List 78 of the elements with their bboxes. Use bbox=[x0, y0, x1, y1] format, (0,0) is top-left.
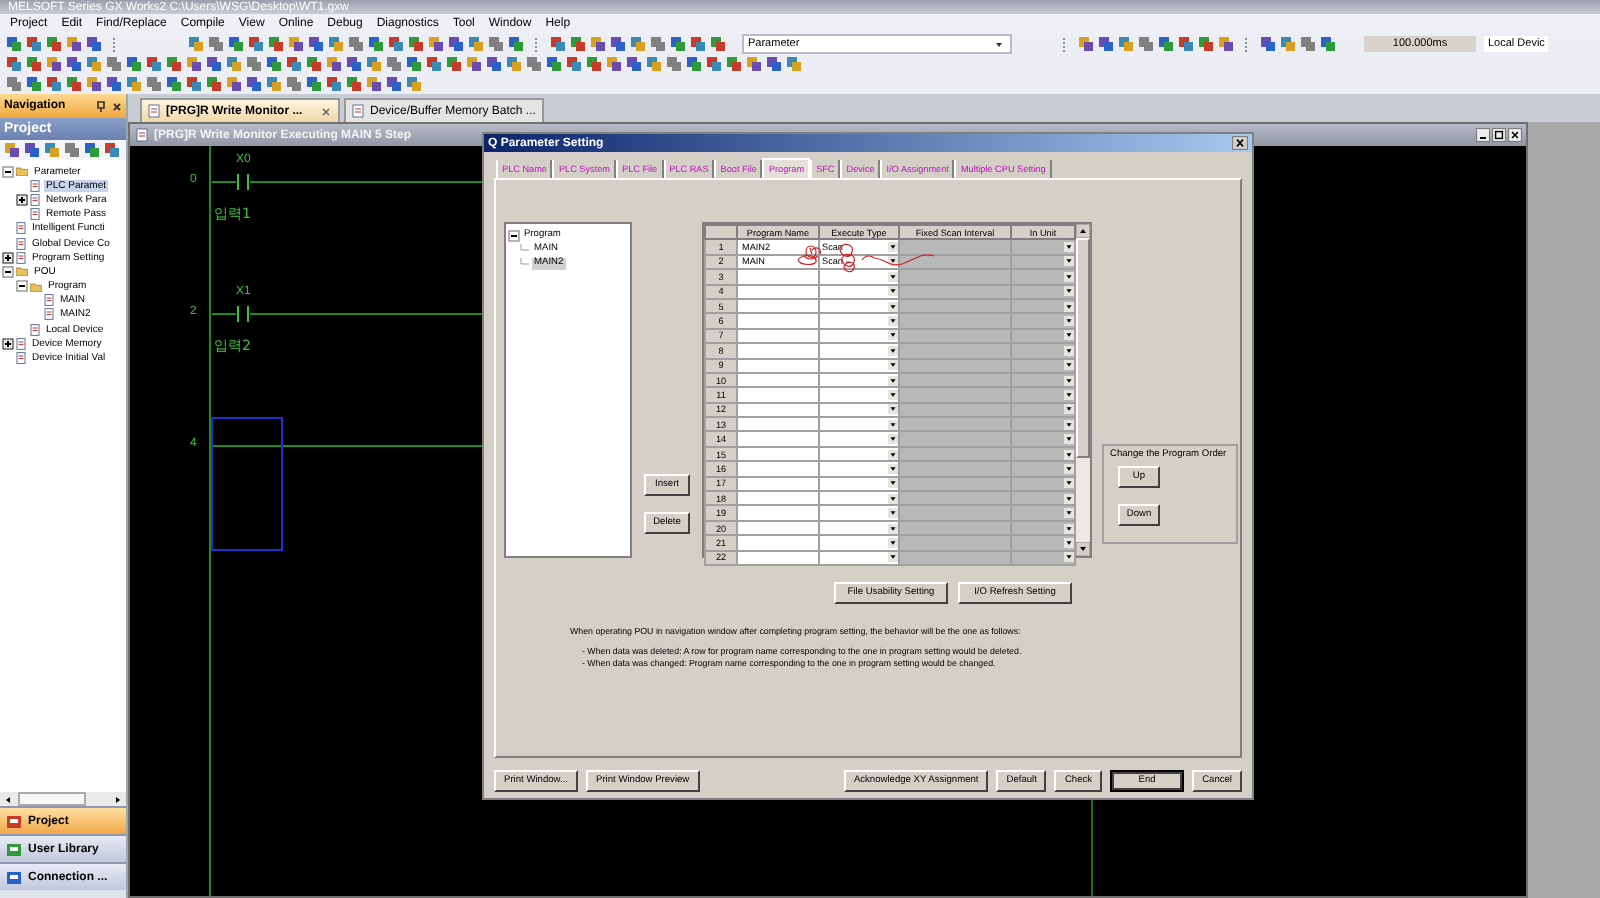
dropdown-arrow-icon[interactable] bbox=[1064, 404, 1074, 415]
dropdown-arrow-icon[interactable] bbox=[888, 256, 898, 267]
dropdown-arrow-icon[interactable] bbox=[1064, 316, 1074, 327]
dropdown-arrow-icon[interactable] bbox=[888, 330, 898, 341]
rung-line bbox=[211, 181, 237, 183]
dropdown-arrow-icon[interactable] bbox=[994, 39, 1004, 49]
toolbar-grip-icon bbox=[1244, 35, 1250, 53]
dropdown-arrow-icon[interactable] bbox=[888, 345, 898, 356]
horizontal-scrollbar[interactable] bbox=[0, 792, 126, 806]
dropdown-arrow-icon[interactable] bbox=[888, 537, 898, 548]
dropdown-arrow-icon[interactable] bbox=[888, 375, 898, 386]
dropdown-arrow-icon[interactable] bbox=[1064, 449, 1074, 460]
close-icon[interactable] bbox=[1232, 136, 1248, 150]
handwritten-scribble-overlay bbox=[839, 243, 855, 273]
document-icon bbox=[136, 128, 148, 142]
dropdown-arrow-icon[interactable] bbox=[888, 389, 898, 400]
collapse-icon[interactable] bbox=[2, 165, 14, 178]
dropdown-arrow-icon[interactable] bbox=[888, 301, 898, 312]
dropdown-arrow-icon[interactable] bbox=[1064, 523, 1074, 533]
dropdown-arrow-icon[interactable] bbox=[888, 419, 898, 430]
dropdown-arrow-icon[interactable] bbox=[888, 316, 898, 327]
rung-line bbox=[211, 313, 237, 315]
contact-icon[interactable] bbox=[237, 305, 249, 323]
maximize-icon[interactable] bbox=[1492, 128, 1506, 142]
dropdown-arrow-icon[interactable] bbox=[888, 404, 898, 415]
dropdown-arrow-icon[interactable] bbox=[1064, 419, 1074, 430]
document-icon bbox=[148, 104, 160, 118]
dropdown-arrow-icon[interactable] bbox=[888, 360, 898, 371]
dropdown-arrow-icon[interactable] bbox=[888, 523, 898, 533]
expand-icon[interactable] bbox=[2, 337, 14, 350]
dropdown-arrow-icon[interactable] bbox=[1064, 463, 1074, 474]
close-icon[interactable] bbox=[112, 101, 122, 111]
toolbar-grip-icon bbox=[1062, 35, 1068, 53]
dropdown-arrow-icon[interactable] bbox=[1064, 286, 1074, 297]
toolbar-grip-icon bbox=[534, 35, 540, 53]
dropdown-arrow-icon[interactable] bbox=[1064, 508, 1074, 519]
dropdown-arrow-icon[interactable] bbox=[888, 271, 898, 282]
collapse-icon[interactable] bbox=[16, 280, 28, 293]
dropdown-arrow-icon[interactable] bbox=[1064, 301, 1074, 312]
handwritten-scribble-overlay bbox=[861, 254, 935, 266]
toolbar-grip-icon bbox=[112, 35, 118, 53]
dropdown-arrow-icon[interactable] bbox=[888, 434, 898, 445]
dropdown-arrow-icon[interactable] bbox=[1064, 389, 1074, 400]
collapse-icon[interactable] bbox=[508, 229, 520, 241]
pin-icon[interactable] bbox=[96, 100, 106, 112]
expand-icon[interactable] bbox=[16, 193, 28, 206]
dropdown-arrow-icon[interactable] bbox=[1064, 271, 1074, 282]
scrollbar-thumb[interactable] bbox=[17, 792, 85, 806]
dropdown-arrow-icon[interactable] bbox=[1064, 552, 1074, 563]
dropdown-arrow-icon[interactable] bbox=[1064, 434, 1074, 445]
dropdown-arrow-icon[interactable] bbox=[1064, 345, 1074, 356]
dropdown-arrow-icon[interactable] bbox=[888, 478, 898, 489]
vertical-scrollbar[interactable] bbox=[1076, 224, 1090, 556]
document-icon bbox=[30, 323, 40, 336]
dropdown-arrow-icon[interactable] bbox=[888, 493, 898, 504]
scroll-up-icon[interactable] bbox=[1076, 224, 1090, 238]
scroll-down-icon[interactable] bbox=[1076, 542, 1090, 556]
close-icon[interactable] bbox=[1508, 128, 1522, 142]
dropdown-arrow-icon[interactable] bbox=[888, 449, 898, 460]
dropdown-arrow-icon[interactable] bbox=[1064, 242, 1074, 253]
dropdown-arrow-icon[interactable] bbox=[888, 552, 898, 563]
dropdown-arrow-icon[interactable] bbox=[1064, 478, 1074, 489]
dropdown-arrow-icon[interactable] bbox=[888, 508, 898, 519]
dropdown-arrow-icon[interactable] bbox=[1064, 493, 1074, 504]
dropdown-arrow-icon[interactable] bbox=[1064, 360, 1074, 371]
dropdown-arrow-icon[interactable] bbox=[1064, 256, 1074, 267]
dropdown-arrow-icon[interactable] bbox=[888, 463, 898, 474]
folder-icon bbox=[16, 166, 28, 177]
document-icon bbox=[352, 104, 364, 118]
expand-icon[interactable] bbox=[2, 251, 14, 264]
dropdown-arrow-icon[interactable] bbox=[1064, 330, 1074, 341]
dropdown-arrow-icon[interactable] bbox=[1064, 375, 1074, 386]
contact-icon[interactable] bbox=[237, 173, 249, 191]
collapse-icon[interactable] bbox=[2, 265, 14, 278]
dropdown-arrow-icon[interactable] bbox=[1064, 537, 1074, 548]
dropdown-arrow-icon[interactable] bbox=[888, 242, 898, 253]
minimize-icon[interactable] bbox=[1476, 128, 1490, 142]
dropdown-arrow-icon[interactable] bbox=[888, 286, 898, 297]
